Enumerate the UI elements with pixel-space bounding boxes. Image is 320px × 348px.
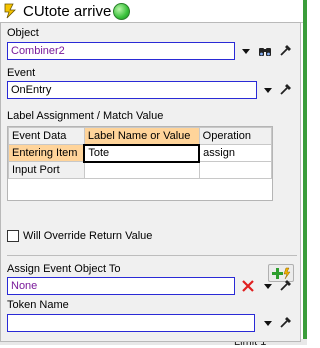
canvas-connector [303,0,307,345]
override-label: Will Override Return Value [23,230,153,242]
token-name-field[interactable] [7,314,255,332]
label-name-cell[interactable] [83,161,200,179]
object-field[interactable]: Combiner2 [7,42,235,60]
grid-header-row: Event Data Label Name or Value Operation [8,127,273,145]
eyedropper-icon[interactable] [279,278,293,292]
event-label: Event [7,67,36,79]
section-divider [7,255,297,256]
properties-panel: Object Combiner2 Event OnEntry Label Ass… [0,22,301,342]
label-name-cell[interactable]: Tote [83,143,201,163]
eyedropper-icon[interactable] [279,43,293,57]
label-assignment-grid: Event Data Label Name or Value Operation… [7,126,273,201]
operation-cell[interactable] [198,161,273,179]
binoculars-icon[interactable] [258,44,272,58]
assign-event-object-field[interactable]: None [7,277,235,295]
activity-title[interactable]: CUtote arrive [3,0,135,22]
eyedropper-icon[interactable] [279,315,293,329]
eyedropper-icon[interactable] [279,82,293,96]
chevron-down-icon[interactable] [263,281,273,291]
chevron-down-icon[interactable] [241,46,251,56]
column-header-label-name[interactable]: Label Name or Value [83,127,200,145]
column-header-event-data[interactable]: Event Data [8,127,85,145]
assign-event-object-label: Assign Event Object To [7,263,121,275]
operation-cell[interactable]: assign [198,144,273,162]
object-label: Object [7,27,39,39]
table-row: Entering Item Tote assign [8,143,273,163]
activity-title-text: CUtote arrive [23,2,112,20]
table-row: Input Port [8,161,273,179]
green-dot-icon [113,2,131,20]
row-header-entering-item[interactable]: Entering Item [8,144,85,162]
row-header-input-port[interactable]: Input Port [8,161,85,179]
token-name-label: Token Name [7,299,69,311]
override-checkbox[interactable] [7,230,19,242]
label-assignment-label: Label Assignment / Match Value [7,110,164,122]
chevron-down-icon[interactable] [263,85,273,95]
event-field[interactable]: OnEntry [7,81,257,99]
chevron-down-icon[interactable] [263,318,273,328]
flexsim-process-icon [4,3,16,19]
column-header-operation[interactable]: Operation [198,127,273,145]
red-x-icon[interactable] [241,279,255,293]
